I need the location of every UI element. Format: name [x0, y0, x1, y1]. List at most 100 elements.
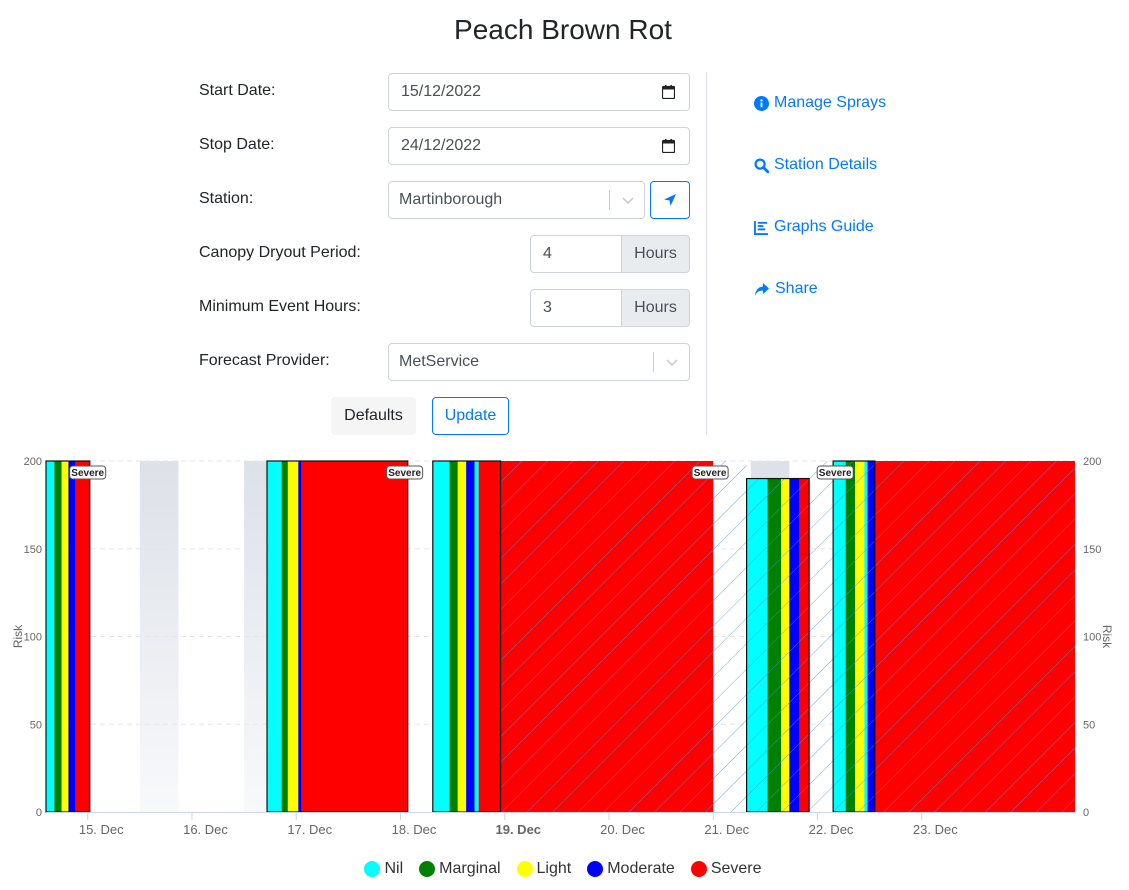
risk-bar — [61, 461, 69, 812]
chevron-down-icon[interactable] — [622, 194, 634, 206]
risk-bar — [457, 461, 467, 812]
legend-item[interactable]: Marginal — [419, 860, 501, 878]
risk-bar — [432, 461, 450, 812]
legend-swatch — [364, 861, 381, 877]
form-divider — [706, 72, 707, 435]
y-tick-label: 150 — [24, 544, 42, 556]
forecast-hatch — [864, 461, 868, 812]
start-date-label: Start Date: — [199, 82, 276, 99]
station-select[interactable]: Martinborough — [388, 181, 645, 219]
chevron-down-icon[interactable] — [666, 356, 678, 368]
info-circle-icon — [754, 95, 769, 111]
x-tick-label: 18. Dec — [392, 822, 437, 837]
y-tick-label: 200 — [24, 456, 42, 468]
forecast-hatch — [713, 461, 747, 812]
legend-item[interactable]: Nil — [364, 860, 403, 878]
y-tick-label: 100 — [24, 632, 42, 644]
forecast-hatch — [867, 461, 875, 812]
forecast-provider-value: MetService — [399, 353, 480, 370]
risk-bar — [474, 461, 479, 812]
y-tick-label-right: 100 — [1083, 632, 1101, 644]
x-tick-label: 16. Dec — [183, 822, 228, 837]
risk-bar — [301, 461, 408, 812]
legend-swatch — [419, 861, 436, 877]
station-value: Martinborough — [399, 191, 503, 208]
x-tick-label: 23. Dec — [913, 822, 958, 837]
forecast-hatch — [767, 478, 781, 812]
canopy-dryout-input[interactable]: 4 — [530, 235, 622, 273]
annotation-label: Severe — [71, 468, 104, 479]
risk-bar — [68, 461, 76, 812]
locate-station-button[interactable] — [650, 181, 690, 219]
risk-bar — [287, 461, 299, 812]
station-details-label: Station Details — [774, 156, 878, 173]
graphs-guide-label: Graphs Guide — [774, 218, 874, 235]
y-axis-title: Risk — [11, 624, 25, 648]
legend-item[interactable]: Moderate — [587, 860, 675, 878]
defaults-button[interactable]: Defaults — [331, 397, 416, 435]
risk-bar — [281, 461, 288, 812]
select-separator — [653, 352, 654, 372]
search-icon — [754, 157, 769, 173]
x-tick-label: 21. Dec — [704, 822, 749, 837]
legend-label: Nil — [384, 860, 404, 877]
min-event-hours-input[interactable]: 3 — [530, 289, 622, 327]
legend-swatch — [587, 861, 604, 877]
x-tick-label: 17. Dec — [287, 822, 332, 837]
start-date-input[interactable]: 15/12/2022 — [388, 73, 690, 111]
start-date-value: 15/12/2022 — [401, 83, 482, 100]
legend-swatch — [690, 861, 707, 877]
risk-bar — [75, 461, 90, 812]
station-details-link[interactable]: Station Details — [754, 156, 877, 174]
forecast-hatch — [746, 478, 768, 812]
calendar-icon[interactable] — [662, 139, 675, 153]
share-icon — [755, 282, 769, 296]
legend-label: Marginal — [439, 860, 501, 877]
x-tick-label: 15. Dec — [79, 822, 124, 837]
min-event-hours-value: 3 — [543, 299, 552, 316]
annotation-label: Severe — [819, 468, 852, 479]
forecast-hatch — [845, 461, 856, 812]
bar-chart-icon — [754, 220, 769, 235]
risk-bar — [449, 461, 458, 812]
x-tick-label: 19. Dec — [496, 822, 542, 837]
annotation-label: Severe — [388, 468, 421, 479]
manage-sprays-label: Manage Sprays — [774, 94, 887, 111]
stop-date-value: 24/12/2022 — [401, 137, 482, 154]
legend-item[interactable]: Severe — [690, 860, 762, 878]
forecast-provider-label: Forecast Provider: — [199, 352, 330, 369]
select-separator — [609, 190, 610, 210]
forecast-provider-select[interactable]: MetService — [388, 343, 690, 381]
canopy-dryout-label: Canopy Dryout Period: — [199, 244, 361, 261]
legend-label: Severe — [710, 860, 762, 877]
stop-date-input[interactable]: 24/12/2022 — [388, 127, 690, 165]
y-tick-label-right: 50 — [1083, 719, 1095, 731]
graphs-guide-link[interactable]: Graphs Guide — [754, 218, 874, 236]
legend-label: Moderate — [607, 860, 675, 877]
legend-item[interactable]: Light — [516, 860, 571, 878]
stop-date-label: Stop Date: — [199, 136, 275, 153]
forecast-hatch — [789, 478, 800, 812]
manage-sprays-link[interactable]: Manage Sprays — [754, 94, 886, 112]
calendar-icon[interactable] — [662, 85, 675, 99]
location-arrow-icon — [664, 194, 676, 206]
annotation-label: Severe — [694, 468, 727, 479]
risk-bar — [466, 461, 475, 812]
update-button[interactable]: Update — [432, 397, 509, 435]
share-link[interactable]: Share — [754, 280, 818, 298]
risk-chart: 0 0 50 50 100 100 150 150 200 200 15. Dec 16. Dec 17… — [11, 456, 1114, 837]
canopy-dryout-value: 4 — [543, 245, 552, 262]
risk-bar — [54, 461, 62, 812]
canopy-dryout-unit: Hours — [621, 235, 690, 273]
min-event-hours-label: Minimum Event Hours: — [199, 298, 361, 315]
y-tick-label-right: 150 — [1083, 544, 1101, 556]
page-title: Peach Brown Rot — [454, 14, 672, 45]
y-axis-title-right: Risk — [1100, 625, 1114, 649]
y-tick-label-right: 0 — [1083, 807, 1089, 819]
forecast-hatch — [855, 461, 865, 812]
x-tick-label: 20. Dec — [600, 822, 645, 837]
y-tick-label: 50 — [30, 719, 42, 731]
chart-legend: Nil Marginal Light Moderate Severe — [0, 860, 1126, 878]
forecast-hatch — [781, 478, 790, 812]
risk-bar — [267, 461, 282, 812]
